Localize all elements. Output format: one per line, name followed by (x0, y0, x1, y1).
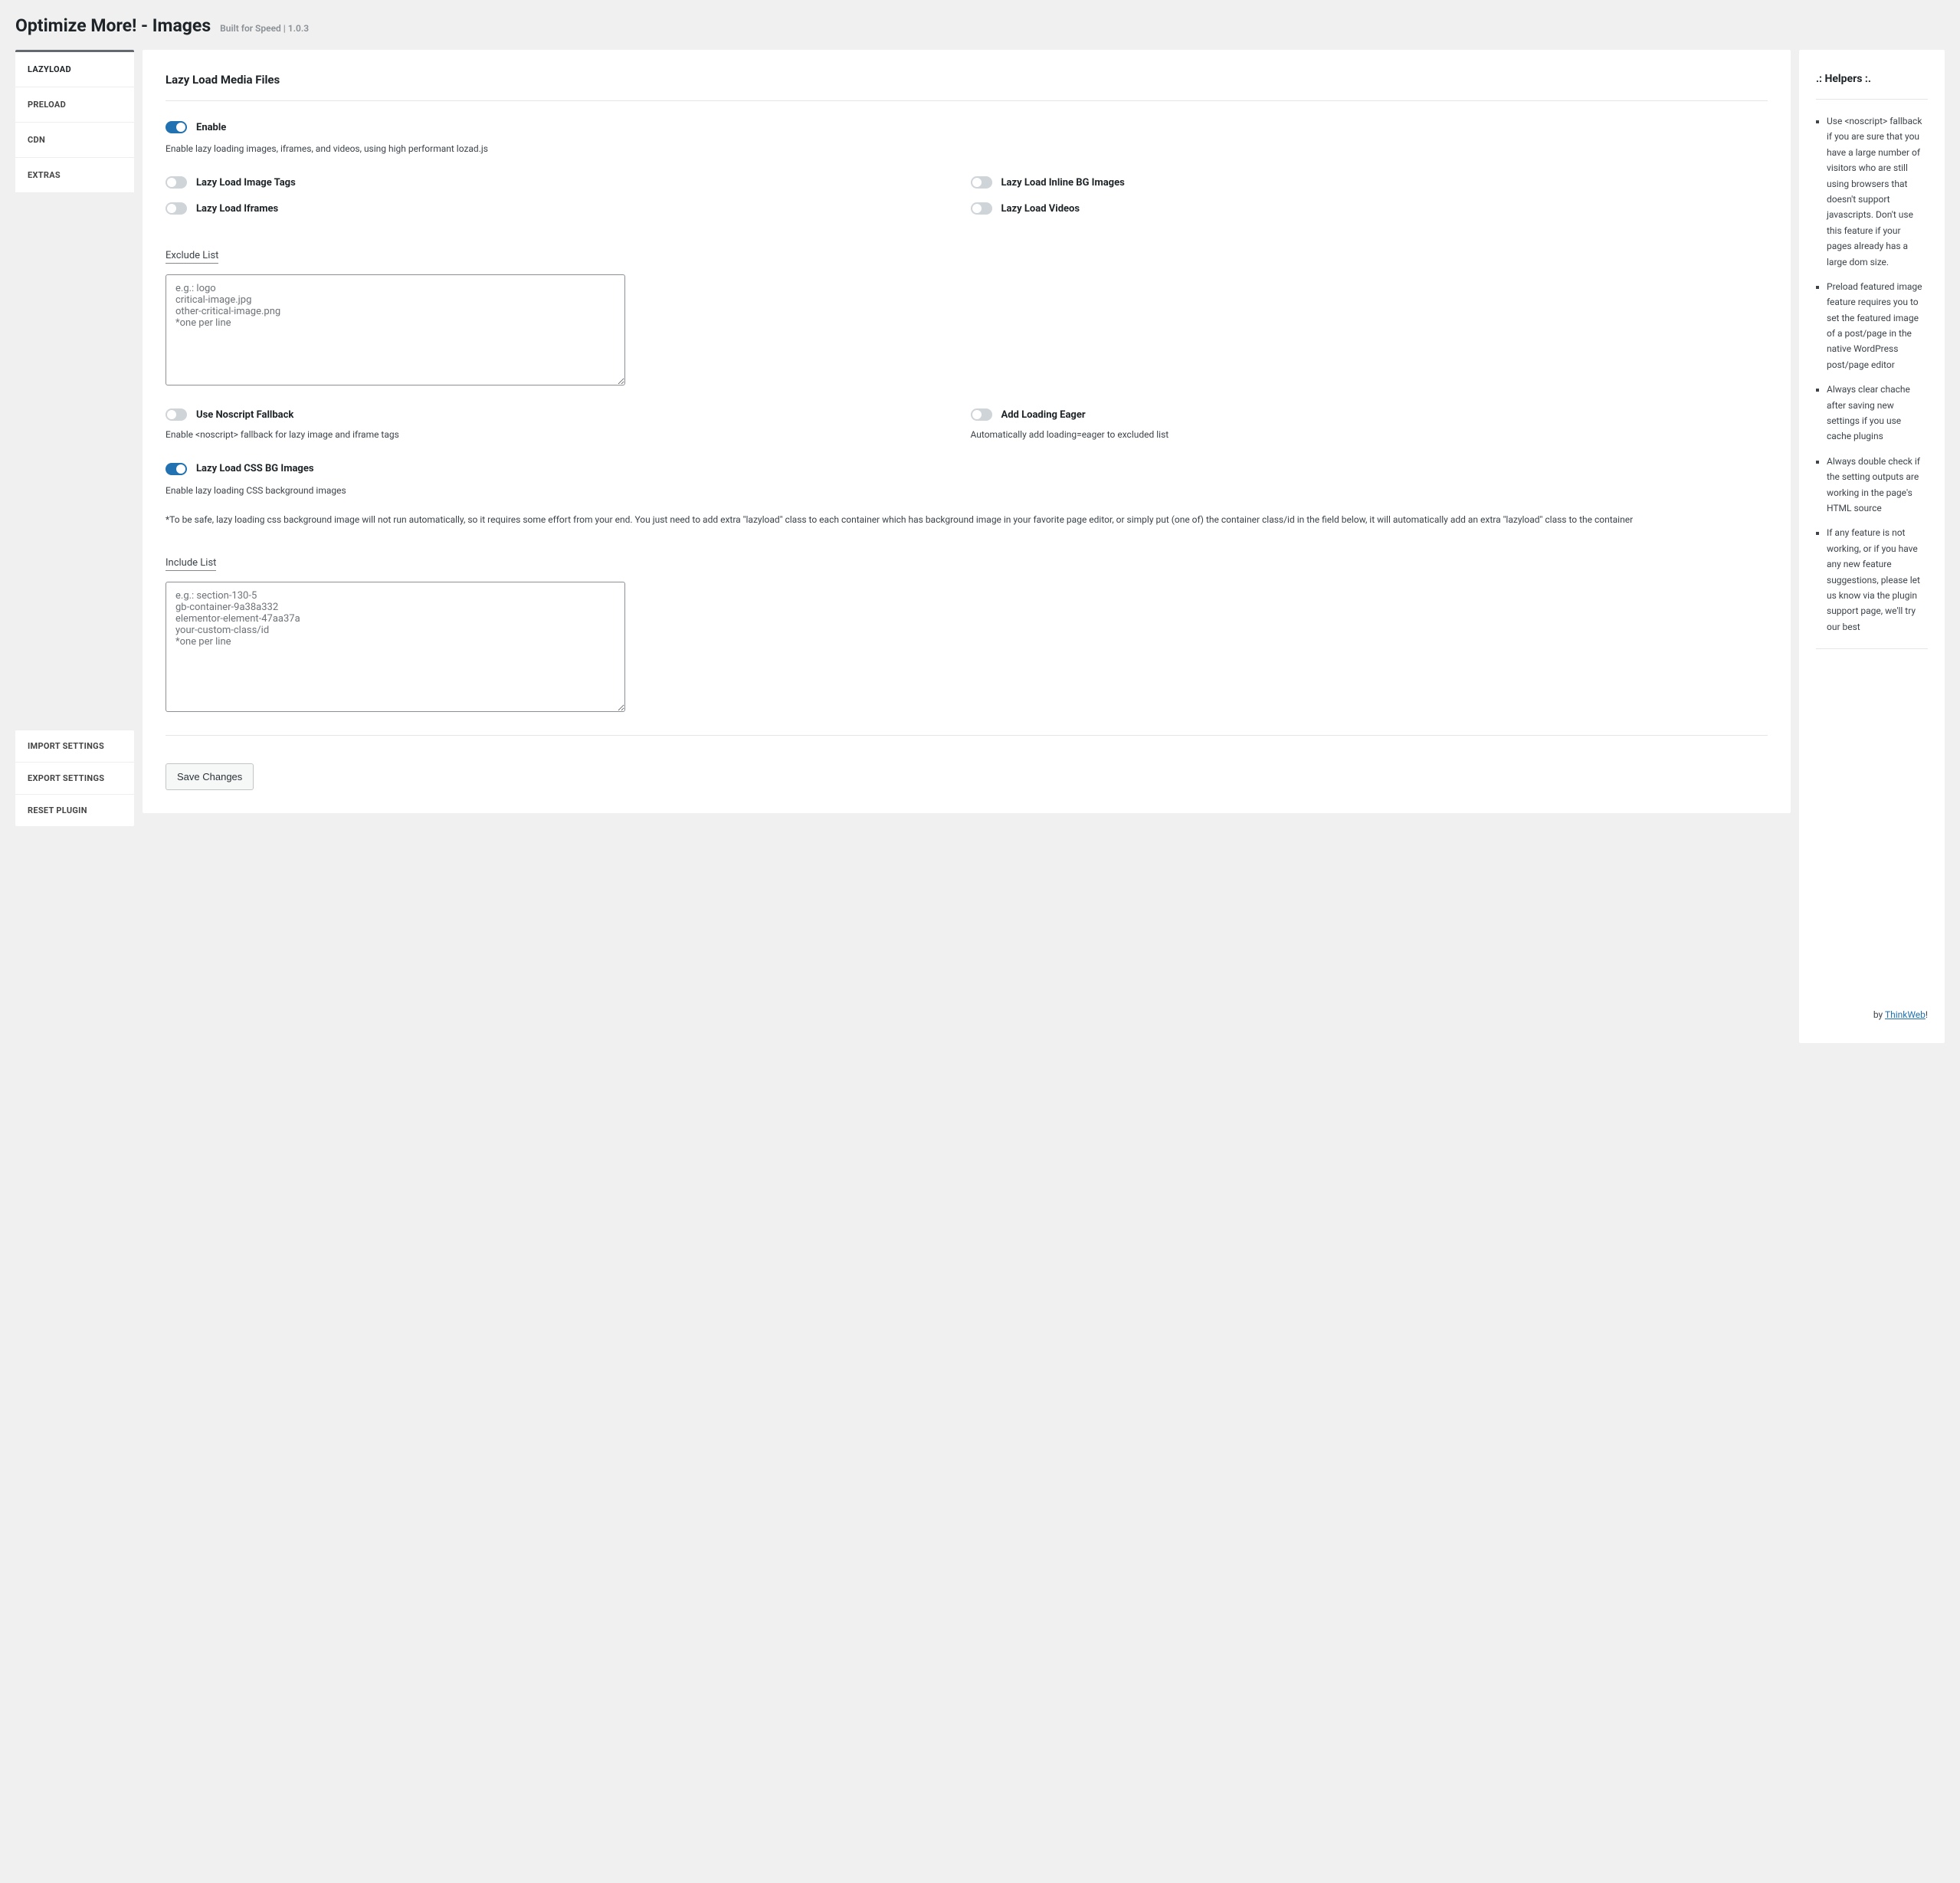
cssbg-toggle[interactable] (166, 463, 187, 475)
include-heading: Include List (166, 557, 216, 571)
cssbg-label: Lazy Load CSS BG Images (196, 463, 314, 474)
settings-tabs: LAZYLOAD PRELOAD CDN EXTRAS (15, 50, 134, 193)
lazy-image-tags-label: Lazy Load Image Tags (196, 177, 296, 189)
reset-plugin-link[interactable]: RESET PLUGIN (15, 795, 134, 826)
tab-lazyload[interactable]: LAZYLOAD (15, 52, 134, 87)
exclude-textarea[interactable] (166, 274, 625, 385)
thinkweb-link[interactable]: ThinkWeb (1885, 1009, 1926, 1020)
include-textarea[interactable] (166, 582, 625, 712)
page-tagline: Built for Speed | 1.0.3 (220, 23, 309, 34)
footer-suffix: ! (1926, 1009, 1928, 1020)
cssbg-desc: Enable lazy loading CSS background image… (166, 483, 1768, 498)
helper-item: Always clear chache after saving new set… (1827, 382, 1928, 445)
lazy-videos-label: Lazy Load Videos (1001, 203, 1080, 215)
noscript-toggle[interactable] (166, 408, 187, 421)
eager-toggle[interactable] (971, 408, 992, 421)
helper-item: Preload featured image feature requires … (1827, 279, 1928, 372)
helpers-list: Use <noscript> fallback if you are sure … (1816, 113, 1928, 635)
tab-preload[interactable]: PRELOAD (15, 87, 134, 123)
tab-extras[interactable]: EXTRAS (15, 158, 134, 193)
eager-desc: Automatically add loading=eager to exclu… (971, 427, 1768, 442)
helpers-panel: .: Helpers :. Use <noscript> fallback if… (1799, 50, 1945, 1043)
footer-prefix: by (1873, 1009, 1885, 1020)
helpers-footer: by ThinkWeb! (1816, 1009, 1928, 1020)
settings-panel: Lazy Load Media Files Enable Enable lazy… (143, 50, 1791, 813)
helpers-title: .: Helpers :. (1816, 73, 1928, 85)
lazy-image-tags-toggle[interactable] (166, 176, 187, 189)
noscript-desc: Enable <noscript> fallback for lazy imag… (166, 427, 963, 442)
page-heading: Optimize More! - Images Built for Speed … (15, 15, 1945, 36)
save-button[interactable]: Save Changes (166, 763, 254, 790)
export-settings-link[interactable]: EXPORT SETTINGS (15, 763, 134, 795)
enable-desc: Enable lazy loading images, iframes, and… (166, 141, 1768, 156)
tab-cdn[interactable]: CDN (15, 123, 134, 158)
divider (1816, 648, 1928, 649)
import-settings-link[interactable]: IMPORT SETTINGS (15, 730, 134, 763)
section-title: Lazy Load Media Files (166, 73, 1768, 87)
admin-links: IMPORT SETTINGS EXPORT SETTINGS RESET PL… (15, 730, 134, 826)
lazy-iframes-toggle[interactable] (166, 202, 187, 215)
eager-label: Add Loading Eager (1001, 409, 1086, 421)
lazy-inline-bg-toggle[interactable] (971, 176, 992, 189)
divider (1816, 99, 1928, 100)
enable-label: Enable (196, 122, 226, 133)
exclude-heading: Exclude List (166, 250, 218, 264)
divider (166, 100, 1768, 101)
lazy-videos-toggle[interactable] (971, 202, 992, 215)
lazy-inline-bg-label: Lazy Load Inline BG Images (1001, 177, 1125, 189)
helper-item: If any feature is not working, or if you… (1827, 525, 1928, 635)
page-title: Optimize More! - Images (15, 15, 211, 36)
noscript-label: Use Noscript Fallback (196, 409, 293, 421)
enable-toggle[interactable] (166, 121, 187, 133)
helper-item: Use <noscript> fallback if you are sure … (1827, 113, 1928, 270)
lazy-iframes-label: Lazy Load Iframes (196, 203, 278, 215)
divider (166, 735, 1768, 736)
helper-item: Always double check if the setting outpu… (1827, 454, 1928, 517)
cssbg-note: *To be safe, lazy loading css background… (166, 512, 1768, 527)
